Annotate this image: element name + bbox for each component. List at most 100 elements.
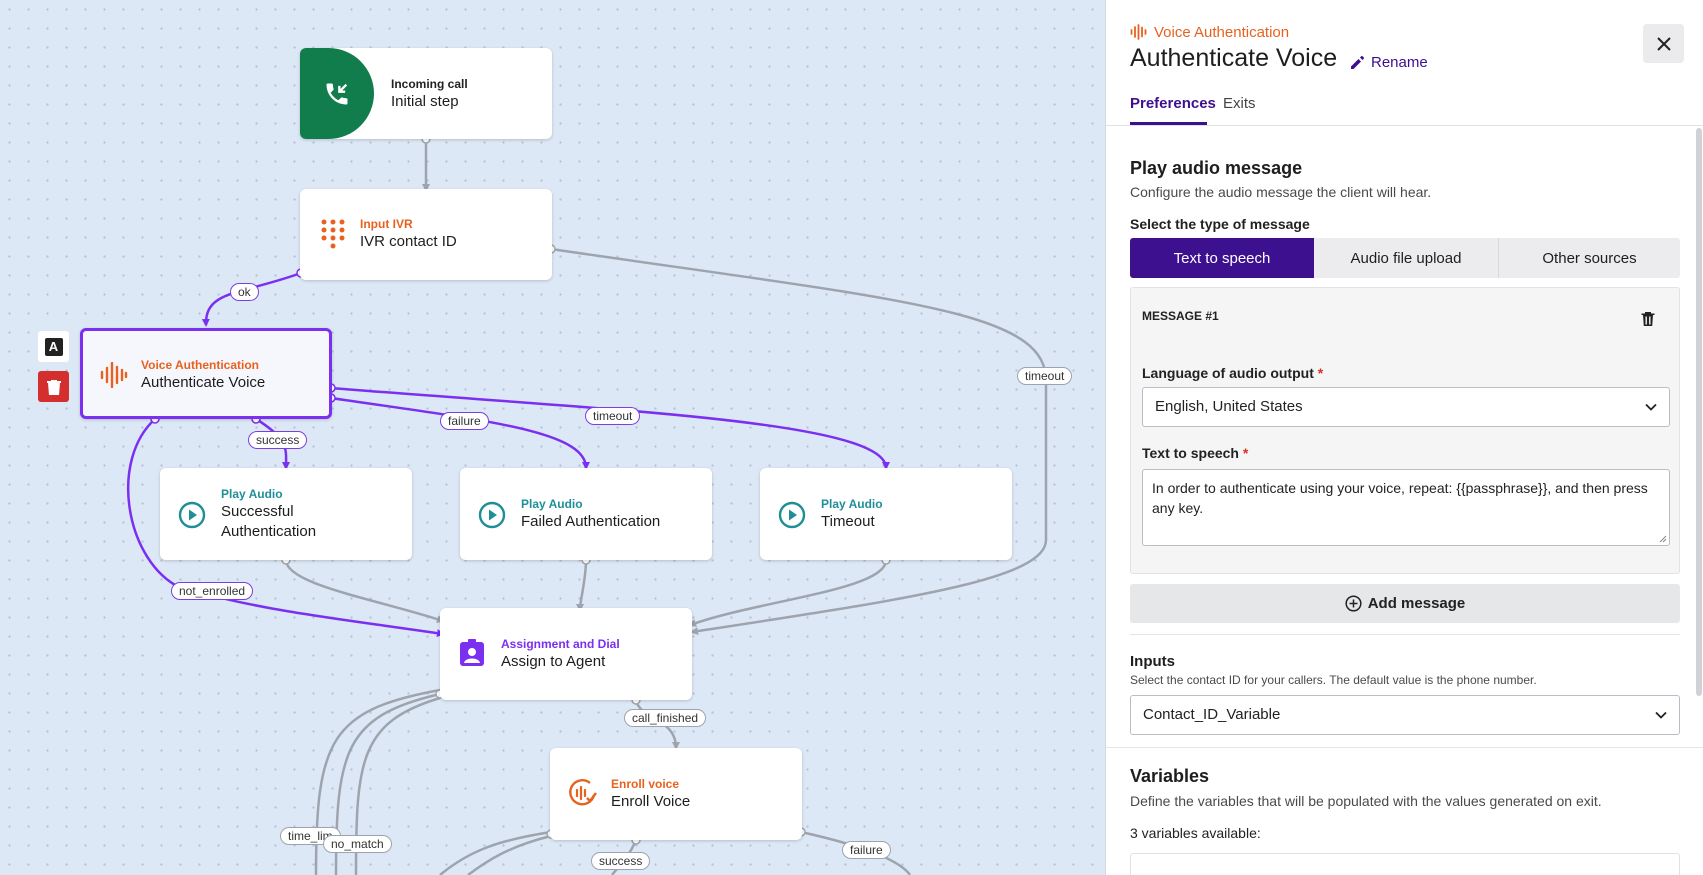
play-icon (477, 500, 507, 530)
play-audio-heading: Play audio message (1130, 158, 1303, 178)
section-divider (1130, 634, 1680, 635)
resize-handle-icon[interactable] (1659, 535, 1667, 543)
dialpad-icon (318, 217, 348, 251)
inputs-description: Select the contact ID for your callers. … (1130, 673, 1537, 687)
edge-label-not-enrolled[interactable]: not_enrolled (171, 582, 254, 600)
panel-node-title: Authenticate Voice (1130, 44, 1338, 72)
node-title: Enroll Voice (611, 793, 691, 810)
node-incoming-call[interactable]: Incoming call Initial step (300, 48, 552, 139)
delete-message-button[interactable] (1641, 311, 1655, 332)
tts-label: Text to speech * (1142, 445, 1249, 461)
variables-heading: Variables (1130, 766, 1210, 786)
node-input-ivr[interactable]: Input IVR IVR contact ID (300, 189, 552, 280)
edge-label-ok[interactable]: ok (230, 283, 259, 301)
node-kind: Input IVR (360, 217, 413, 231)
flow-canvas[interactable]: ok timeout success failure timeout not_e… (0, 0, 1105, 875)
node-assignment-dial[interactable]: Assignment and Dial Assign to Agent (440, 608, 692, 700)
edge-label-failure[interactable]: failure (440, 412, 489, 430)
edge-failed-assign (576, 559, 588, 612)
edge-success-assign (284, 559, 445, 623)
text-annotation-button[interactable]: A (38, 331, 69, 362)
variables-list (1130, 853, 1680, 875)
rename-label: Rename (1371, 54, 1428, 71)
incoming-call-icon (300, 48, 374, 139)
panel-scrollbar[interactable] (1696, 128, 1702, 696)
voice-wave-icon (1130, 24, 1150, 42)
voice-wave-icon (99, 361, 129, 389)
play-audio-description: Configure the audio message the client w… (1130, 184, 1432, 200)
variables-description: Define the variables that will be popula… (1130, 793, 1602, 809)
message-header: MESSAGE #1 (1142, 309, 1219, 323)
language-select[interactable]: English, United States (1142, 387, 1670, 427)
edge-timeout (330, 386, 890, 470)
trash-icon (46, 379, 61, 395)
node-enroll-voice[interactable]: Enroll voice Enroll Voice (550, 748, 802, 840)
language-label: Language of audio output * (1142, 365, 1324, 381)
tab-exits[interactable]: Exits (1223, 95, 1256, 112)
contact-id-select[interactable]: Contact_ID_Variable (1130, 695, 1680, 735)
edge-label-call-finished[interactable]: call_finished (624, 709, 707, 727)
message-card: MESSAGE #1 Language of audio output * En… (1130, 287, 1680, 574)
pencil-icon (1351, 55, 1364, 69)
node-kind: Play Audio (221, 487, 283, 501)
node-title-line1: Successful (221, 503, 294, 520)
language-value: English, United States (1155, 398, 1303, 415)
type-other-sources-button[interactable]: Other sources (1499, 238, 1680, 278)
type-audio-file-upload-button[interactable]: Audio file upload (1314, 238, 1499, 278)
text-icon: A (44, 337, 63, 356)
panel-node-kind: Voice Authentication (1154, 24, 1290, 41)
add-circle-icon (1345, 595, 1362, 612)
node-kind: Incoming call (391, 77, 468, 91)
edge-failure (330, 396, 590, 470)
node-title: Authenticate Voice (141, 374, 266, 391)
add-message-label: Add message (1367, 595, 1466, 612)
tts-value: In order to authenticate using your voic… (1152, 480, 1648, 516)
node-play-failed[interactable]: Play Audio Failed Authentication (460, 468, 712, 560)
chevron-down-icon (1655, 711, 1667, 719)
rename-button[interactable]: Rename (1349, 54, 1428, 71)
delete-node-button[interactable] (38, 371, 69, 402)
edge-label-success[interactable]: success (248, 431, 308, 449)
node-kind: Assignment and Dial (501, 637, 620, 651)
message-type-label: Select the type of message (1130, 216, 1310, 232)
node-title: Failed Authentication (521, 513, 661, 530)
node-title: Timeout (821, 513, 875, 530)
edge-ivr-timeout (550, 247, 1048, 636)
node-kind: Play Audio (821, 497, 883, 511)
edge-label-no-match[interactable]: no_match (323, 835, 392, 853)
node-settings-panel: Voice Authentication Authenticate Voice … (1105, 0, 1703, 875)
node-title-line2: Authentication (221, 523, 317, 540)
node-play-timeout[interactable]: Play Audio Timeout (760, 468, 1012, 560)
add-message-button[interactable]: Add message (1130, 584, 1680, 623)
variables-count: 3 variables available: (1130, 825, 1261, 841)
node-kind: Voice Authentication (141, 358, 260, 372)
node-kind: Enroll voice (611, 777, 680, 791)
node-title: Assign to Agent (501, 653, 606, 670)
agent-badge-icon (458, 638, 486, 668)
edge-label-enroll-success[interactable]: success (591, 852, 651, 870)
close-panel-button[interactable] (1643, 24, 1684, 63)
tabs-divider (1106, 125, 1703, 126)
chevron-down-icon (1645, 403, 1657, 411)
node-title: IVR contact ID (360, 233, 457, 250)
tts-textarea[interactable]: In order to authenticate using your voic… (1142, 469, 1670, 546)
edge-label-enroll-failure[interactable]: failure (842, 841, 891, 859)
play-icon (777, 500, 807, 530)
inputs-heading: Inputs (1130, 653, 1175, 670)
edge-timeout-assign (688, 559, 888, 627)
close-icon (1656, 36, 1671, 51)
type-text-to-speech-button[interactable]: Text to speech (1130, 238, 1314, 278)
node-voice-authentication[interactable]: Voice Authentication Authenticate Voice (80, 328, 332, 419)
enroll-voice-icon (568, 778, 598, 808)
section-divider (1106, 747, 1703, 748)
trash-icon (1641, 312, 1655, 326)
node-kind: Play Audio (521, 497, 583, 511)
node-title: Initial step (391, 93, 459, 110)
flow-edges (126, 134, 1048, 875)
tab-preferences[interactable]: Preferences (1130, 95, 1216, 112)
play-icon (177, 500, 207, 530)
edge-label-ivr-timeout[interactable]: timeout (1017, 367, 1073, 385)
node-play-success[interactable]: Play Audio Successful Authentication (160, 468, 412, 560)
edge-label-timeout[interactable]: timeout (585, 407, 641, 425)
message-type-segmented: Text to speech Audio file upload Other s… (1130, 238, 1680, 278)
